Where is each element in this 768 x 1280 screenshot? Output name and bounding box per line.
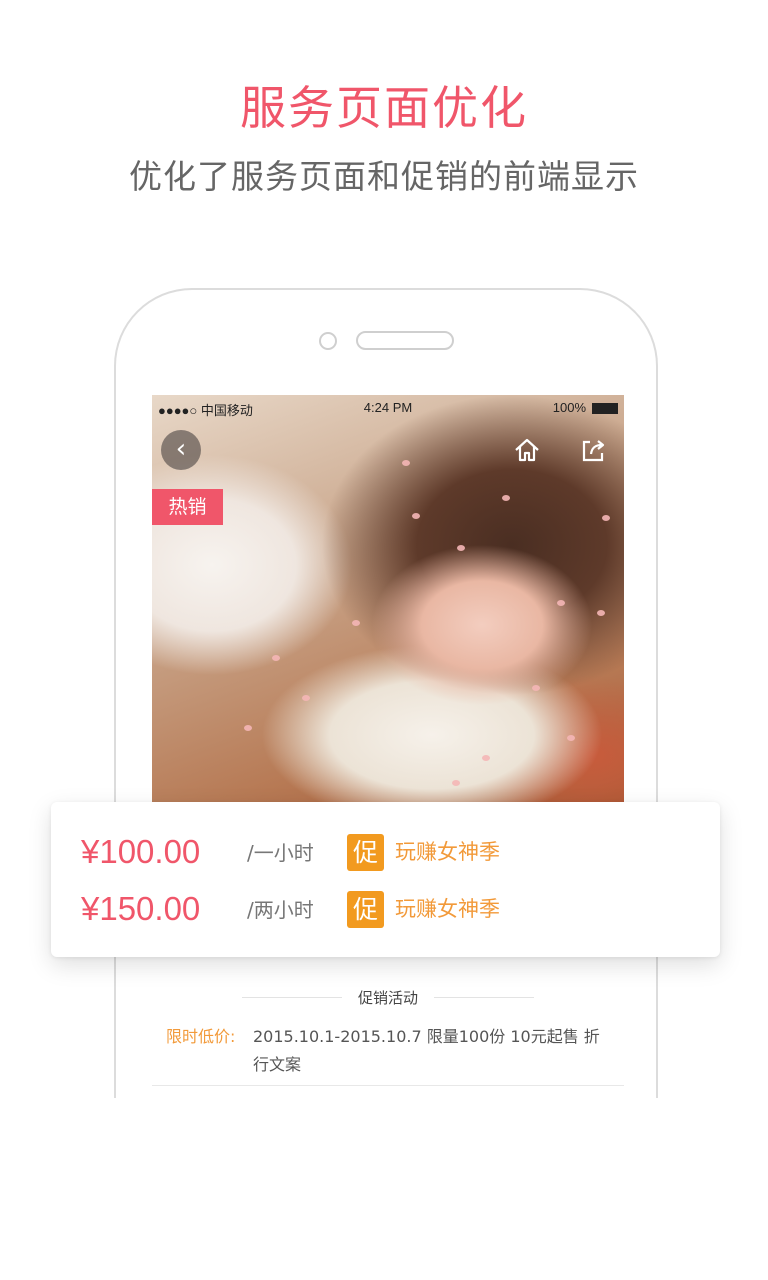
divider: [434, 997, 534, 998]
phone-speaker: [356, 331, 454, 350]
home-icon: [515, 438, 539, 462]
petal: [412, 513, 420, 519]
promo-name: 玩赚女神季: [395, 840, 500, 864]
petal: [244, 725, 252, 731]
hot-badge: 热销: [152, 489, 223, 525]
phone-camera: [319, 332, 337, 350]
promo-tag-icon: 促: [347, 834, 384, 871]
price-unit: /一小时: [247, 841, 314, 865]
petal: [302, 695, 310, 701]
price-unit: /两小时: [247, 898, 314, 922]
petal: [402, 460, 410, 466]
promotion-title-row: 促销活动: [152, 979, 624, 1015]
subheadline: 优化了服务页面和促销的前端显示: [129, 157, 639, 196]
headline: 服务页面优化: [240, 81, 528, 135]
back-arrow-icon: ‹: [175, 434, 187, 464]
phone-screen: ●●●●○ 中国移动 4:24 PM 100% ‹ 热销 促销活动 限时低价: …: [152, 395, 624, 1100]
petal: [502, 495, 510, 501]
divider: [152, 1085, 624, 1086]
promotion-title: 促销活动: [357, 989, 418, 1007]
petal: [532, 685, 540, 691]
petal: [482, 755, 490, 761]
petal: [597, 610, 605, 616]
price-value: ¥150.00: [81, 890, 201, 927]
share-button[interactable]: [578, 435, 608, 465]
petal: [457, 545, 465, 551]
promo-name: 玩赚女神季: [395, 897, 500, 921]
share-icon: [582, 440, 605, 462]
battery-icon: [592, 403, 618, 414]
back-button[interactable]: ‹: [161, 430, 201, 470]
price-card: ¥100.00 /一小时 促 玩赚女神季 ¥150.00 /两小时 促 玩赚女神…: [51, 802, 720, 957]
home-button[interactable]: [512, 435, 542, 465]
promotion-text: 2015.10.1-2015.10.7 限量100份 10元起售 折行文案: [253, 1027, 600, 1074]
promotion-label: 限时低价:: [166, 1027, 236, 1046]
promo-tag-icon: 促: [347, 891, 384, 928]
status-bar: ●●●●○ 中国移动 4:24 PM 100%: [152, 395, 624, 421]
phone-cutoff: [100, 1098, 680, 1280]
petal: [567, 735, 575, 741]
price-value: ¥100.00: [81, 833, 201, 870]
product-photo: ●●●●○ 中国移动 4:24 PM 100% ‹ 热销: [152, 395, 624, 802]
petal: [352, 620, 360, 626]
petal: [602, 515, 610, 521]
petal: [452, 780, 460, 786]
battery-label: 100%: [552, 400, 586, 415]
petal: [272, 655, 280, 661]
petal: [557, 600, 565, 606]
